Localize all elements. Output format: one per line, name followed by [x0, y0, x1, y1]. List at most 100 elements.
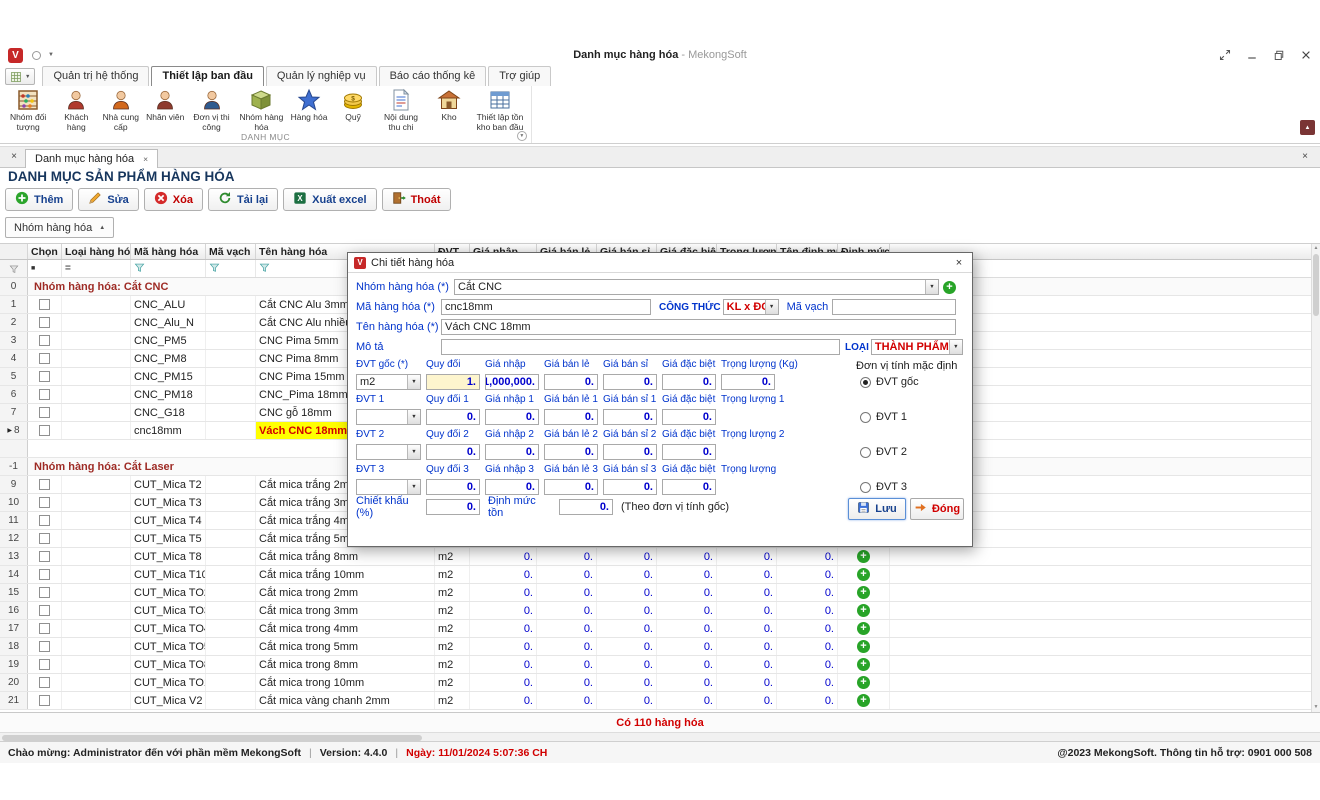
table-row[interactable]: 21CUT_Mica V2Cắt mica vàng chanh 2mmm20.…	[0, 692, 1320, 710]
close-tab-icon[interactable]: ×	[143, 154, 148, 164]
row-checkbox[interactable]	[39, 299, 50, 310]
add-norm-button[interactable]: +	[857, 658, 870, 671]
ribbon-item[interactable]: Nhân viên	[143, 87, 187, 123]
ribbon-tab[interactable]: Quản lý nghiệp vụ	[266, 66, 377, 86]
app-logo-icon[interactable]: V	[8, 48, 23, 63]
unit-value-input[interactable]: 0.	[485, 409, 539, 425]
formula-combo[interactable]: KL x ĐG ▼	[723, 299, 779, 315]
row-checkbox[interactable]	[39, 317, 50, 328]
unit-value-input[interactable]: 0.	[603, 444, 657, 460]
ribbon-tab[interactable]: Báo cáo thống kê	[379, 66, 487, 86]
row-checkbox[interactable]	[39, 335, 50, 346]
unit-value-input[interactable]: 0.	[544, 374, 598, 390]
table-row[interactable]: 15CUT_Mica TO2Cắt mica trong 2mmm20.0.0.…	[0, 584, 1320, 602]
unit-value-input[interactable]: 0.	[603, 479, 657, 495]
unit-value-input[interactable]: 1.	[426, 374, 480, 390]
filter-cell[interactable]: ■	[28, 260, 62, 277]
unit-combo[interactable]: ▼	[356, 444, 421, 460]
exit-button[interactable]: Thoát	[382, 188, 451, 211]
unit-value-input[interactable]: 0.	[485, 479, 539, 495]
chevron-down-icon[interactable]: ▼	[407, 410, 420, 424]
app-menu-button[interactable]: ▼	[5, 68, 35, 85]
ribbon-item[interactable]: Nội dung thu chi	[375, 87, 427, 132]
ribbon-item[interactable]: Hàng hóa	[287, 87, 331, 123]
add-norm-button[interactable]: +	[857, 586, 870, 599]
table-row[interactable]: 19CUT_Mica TO8Cắt mica trong 8mmm20.0.0.…	[0, 656, 1320, 674]
product-name-input[interactable]: Vách CNC 18mm	[441, 319, 956, 335]
close-button[interactable]	[1300, 49, 1312, 61]
filter-cell[interactable]	[206, 260, 256, 277]
chevron-down-icon[interactable]: ▼	[949, 340, 962, 354]
unit-combo[interactable]: m2▼	[356, 374, 421, 390]
radio-option[interactable]: ĐVT 2	[860, 446, 907, 458]
row-checkbox[interactable]	[39, 515, 50, 526]
ribbon-item[interactable]: Nhóm đối tượng	[2, 87, 54, 132]
product-group-combo[interactable]: Cắt CNC ▼	[454, 279, 939, 295]
table-row[interactable]: 16CUT_Mica TO3Cắt mica trong 3mmm20.0.0.…	[0, 602, 1320, 620]
chevron-down-icon[interactable]: ▼	[765, 300, 778, 314]
ribbon-tab[interactable]: Quản trị hệ thống	[42, 66, 149, 86]
filter-row-indicator[interactable]	[0, 260, 28, 277]
table-row[interactable]: 20CUT_Mica TO10Cắt mica trong 10mmm20.0.…	[0, 674, 1320, 692]
unit-value-input[interactable]: 0.	[426, 444, 480, 460]
unit-value-input[interactable]: 0.	[603, 374, 657, 390]
export-excel-button[interactable]: XXuất excel	[283, 188, 376, 211]
row-checkbox[interactable]	[39, 353, 50, 364]
chevron-down-icon[interactable]: ▼	[925, 280, 938, 294]
ribbon-item[interactable]: Đơn vị thi công	[187, 87, 236, 132]
add-button[interactable]: Thêm	[5, 188, 73, 211]
ribbon-item[interactable]: $Quỹ	[331, 87, 375, 123]
tab-danh-muc-hang-hoa[interactable]: Danh mục hàng hóa ×	[25, 149, 158, 168]
table-row[interactable]: 13CUT_Mica T8Cắt mica trắng 8mmm20.0.0.0…	[0, 548, 1320, 566]
ribbon-collapse-button[interactable]: ▲	[1300, 120, 1315, 135]
row-checkbox[interactable]	[39, 623, 50, 634]
unit-value-input[interactable]: 1,000,000.	[485, 374, 539, 390]
table-row[interactable]: 18CUT_Mica TO5Cắt mica trong 5mmm20.0.0.…	[0, 638, 1320, 656]
column-header[interactable]: Mã hàng hóa	[131, 244, 206, 259]
row-checkbox[interactable]	[39, 479, 50, 490]
group-dialog-launcher-icon[interactable]: ▼	[517, 131, 527, 141]
column-header[interactable]: Mã vạch	[206, 244, 256, 259]
unit-value-input[interactable]: 0.	[544, 409, 598, 425]
row-checkbox[interactable]	[39, 569, 50, 580]
radio-option[interactable]: ĐVT gốc	[860, 376, 919, 388]
unit-combo[interactable]: ▼	[356, 409, 421, 425]
type-combo[interactable]: THÀNH PHẨM ▼	[871, 339, 963, 355]
unit-value-input[interactable]: 0.	[544, 444, 598, 460]
filter-cell[interactable]	[131, 260, 206, 277]
description-input[interactable]	[441, 339, 840, 355]
restore-button[interactable]	[1273, 49, 1285, 61]
column-header[interactable]: Chọn	[28, 244, 62, 259]
reload-button[interactable]: Tải lại	[208, 188, 278, 211]
discount-input[interactable]: 0.	[426, 499, 480, 515]
table-row[interactable]: 14CUT_Mica T10Cắt mica trắng 10mmm20.0.0…	[0, 566, 1320, 584]
row-checkbox[interactable]	[39, 605, 50, 616]
add-norm-button[interactable]: +	[857, 568, 870, 581]
chevron-down-icon[interactable]: ▼	[407, 375, 420, 389]
unit-value-input[interactable]: 0.	[662, 479, 716, 495]
add-product-group-button[interactable]: +	[943, 281, 956, 294]
ribbon-item[interactable]: Nhóm hàng hóa	[236, 87, 287, 132]
add-norm-button[interactable]: +	[857, 604, 870, 617]
row-checkbox[interactable]	[39, 659, 50, 670]
ribbon-tab[interactable]: Thiết lập ban đầu	[151, 66, 263, 86]
chevron-down-icon[interactable]: ▼	[48, 52, 54, 58]
dialog-close-icon[interactable]: ×	[952, 257, 966, 269]
stock-norm-input[interactable]: 0.	[559, 499, 613, 515]
row-checkbox[interactable]	[39, 533, 50, 544]
unit-value-input[interactable]: 0.	[662, 409, 716, 425]
unit-value-input[interactable]: 0.	[662, 374, 716, 390]
unit-value-input[interactable]: 0.	[426, 479, 480, 495]
row-checkbox[interactable]	[39, 407, 50, 418]
column-header[interactable]: Loại hàng hóa	[62, 244, 131, 259]
table-row[interactable]: 17CUT_Mica TO4Cắt mica trong 4mmm20.0.0.…	[0, 620, 1320, 638]
ribbon-item[interactable]: Kho	[427, 87, 471, 123]
row-checkbox[interactable]	[39, 677, 50, 688]
row-checkbox[interactable]	[39, 425, 50, 436]
unit-value-input[interactable]: 0.	[603, 409, 657, 425]
filter-cell[interactable]: =	[62, 260, 131, 277]
barcode-input[interactable]	[832, 299, 956, 315]
add-norm-button[interactable]: +	[857, 676, 870, 689]
close-all-tabs-icon[interactable]: ×	[6, 148, 22, 165]
close-strip-icon[interactable]: ×	[1297, 148, 1313, 165]
